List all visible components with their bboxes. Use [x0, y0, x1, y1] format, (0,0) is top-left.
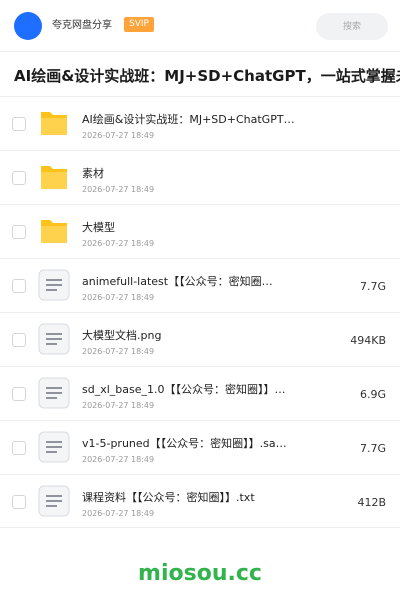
row-checkbox[interactable] [12, 171, 26, 185]
username: 夸克网盘分享 [52, 20, 112, 31]
file-name: AI绘画&设计实战班：MJ+SD+ChatGPT，… [82, 113, 302, 126]
list-item[interactable]: 大模型 2026-07-27 18:49 [0, 204, 400, 258]
file-name: 大模型文档.png [82, 329, 162, 342]
file-date: 2026-07-27 18:49 [82, 131, 155, 140]
row-checkbox[interactable] [12, 279, 26, 293]
file-list: AI绘画&设计实战班：MJ+SD+ChatGPT，… 2026-07-27 18… [0, 96, 400, 528]
app-header: 夸克网盘分享 SVIP [0, 0, 400, 52]
row-checkbox[interactable] [12, 387, 26, 401]
folder-icon [38, 107, 70, 139]
list-item[interactable]: 素材 2026-07-27 18:49 [0, 150, 400, 204]
file-date: 2026-07-27 18:49 [82, 185, 155, 194]
file-size: 7.7G [359, 442, 386, 455]
list-item[interactable]: 课程资料【【公众号：密知圈】】.txt 2026-07-27 18:49 412… [0, 474, 400, 528]
share-title: AI绘画&设计实战班：MJ+SD+ChatGPT，一站式掌握未… [14, 67, 400, 85]
file-date: 2026-07-27 18:49 [82, 455, 155, 464]
document-icon [38, 485, 70, 517]
list-item[interactable]: v1-5-pruned【【公众号：密知圈】】.sa… 2026-07-27 18… [0, 420, 400, 474]
document-icon [38, 377, 70, 409]
folder-icon [38, 161, 70, 193]
row-checkbox[interactable] [12, 333, 26, 347]
document-icon [38, 323, 70, 355]
folder-icon [38, 215, 70, 247]
avatar[interactable] [14, 12, 42, 40]
file-name: animefull-latest【【公众号：密知圈… [82, 275, 273, 288]
file-size: 412B [357, 496, 386, 509]
search-input[interactable] [316, 13, 388, 40]
file-name: 课程资料【【公众号：密知圈】】.txt [82, 491, 255, 504]
document-icon [38, 431, 70, 463]
list-item[interactable]: sd_xl_base_1.0【【公众号：密知圈】】… 2026-07-27 18… [0, 366, 400, 420]
watermark: miosou.cc [138, 561, 262, 586]
svip-badge: SVIP [124, 17, 154, 32]
file-name: sd_xl_base_1.0【【公众号：密知圈】】… [82, 383, 286, 396]
row-checkbox[interactable] [12, 225, 26, 239]
row-checkbox[interactable] [12, 117, 26, 131]
file-size: 6.9G [359, 388, 386, 401]
row-checkbox[interactable] [12, 441, 26, 455]
footer: miosou.cc [0, 548, 400, 600]
file-name: 素材 [82, 167, 104, 180]
file-size: 7.7G [359, 280, 386, 293]
list-item[interactable]: AI绘画&设计实战班：MJ+SD+ChatGPT，… 2026-07-27 18… [0, 96, 400, 150]
file-date: 2026-07-27 18:49 [82, 347, 155, 356]
list-item[interactable]: animefull-latest【【公众号：密知圈… 2026-07-27 18… [0, 258, 400, 312]
file-name: v1-5-pruned【【公众号：密知圈】】.sa… [82, 437, 287, 450]
file-date: 2026-07-27 18:49 [82, 401, 155, 410]
document-icon [38, 269, 70, 301]
file-date: 2026-07-27 18:49 [82, 239, 155, 248]
file-name: 大模型 [82, 221, 115, 234]
file-size: 494KB [350, 334, 386, 347]
row-checkbox[interactable] [12, 495, 26, 509]
file-date: 2026-07-27 18:49 [82, 293, 155, 302]
file-date: 2026-07-27 18:49 [82, 509, 155, 518]
list-item[interactable]: 大模型文档.png 2026-07-27 18:49 494KB [0, 312, 400, 366]
